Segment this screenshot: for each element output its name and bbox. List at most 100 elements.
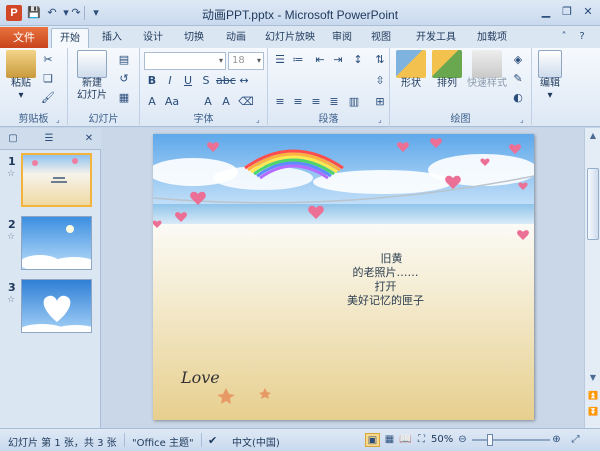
numbering-icon[interactable]: ≔: [290, 52, 306, 68]
thumb-number-1: 1: [8, 155, 16, 168]
theme-status[interactable]: "Office 主题": [132, 434, 194, 449]
increase-indent-icon[interactable]: ⇥: [330, 52, 346, 68]
slide-thumbnail-1[interactable]: [21, 153, 92, 207]
slide-count-status: 幻灯片 第 1 张，共 3 张: [8, 438, 117, 449]
tab-animations[interactable]: 动画: [220, 28, 252, 48]
paste-button[interactable]: 粘贴 ▾: [4, 50, 38, 102]
layout-icon[interactable]: ▤: [116, 52, 132, 68]
minimize-button[interactable]: ▁: [537, 4, 555, 20]
paragraph-launcher-icon[interactable]: ⌟: [378, 115, 387, 124]
normal-view-icon[interactable]: ▣: [365, 433, 380, 447]
slideshow-view-icon[interactable]: ⛶: [414, 433, 429, 447]
paste-icon: [6, 50, 36, 78]
slides-tab-icon[interactable]: ▢: [6, 132, 20, 146]
new-slide-button[interactable]: 新建 幻灯片: [72, 50, 112, 102]
language-status[interactable]: 中文(中国): [232, 434, 280, 449]
bold-icon[interactable]: B: [144, 73, 160, 89]
group-paragraph: ☰ ≔ ⇤ ⇥ ↕ ⇅ ⇳ ⊞ ≡ ≡ ≡ ≣ ▥ 段落 ⌟: [268, 48, 390, 127]
cut-icon[interactable]: ✂: [40, 52, 56, 68]
clipboard-launcher-icon[interactable]: ⌟: [56, 115, 65, 124]
reading-view-icon[interactable]: 📖: [398, 433, 413, 447]
justify-icon[interactable]: ≣: [326, 94, 342, 110]
vertical-scrollbar[interactable]: ▲ ▼ ⏫ ⏬: [584, 128, 600, 428]
quick-styles-icon: [472, 50, 502, 78]
italic-icon[interactable]: I: [162, 73, 178, 89]
font-color-icon[interactable]: A: [144, 94, 160, 110]
shrink-font-icon[interactable]: A: [218, 94, 234, 110]
character-spacing-icon[interactable]: ↔: [236, 73, 252, 89]
tab-file[interactable]: 文件: [0, 27, 48, 48]
tab-design[interactable]: 设计: [137, 28, 169, 48]
tab-developer[interactable]: 开发工具: [410, 28, 462, 48]
font-size-value: 18: [232, 55, 245, 66]
shape-fill-icon[interactable]: ◈: [510, 52, 526, 68]
slide-thumbnail-2[interactable]: [21, 216, 92, 270]
slide-sorter-icon[interactable]: ▦: [382, 433, 397, 447]
drawing-launcher-icon[interactable]: ⌟: [520, 115, 529, 124]
scroll-down-icon[interactable]: ▼: [587, 372, 599, 384]
strikethrough-icon[interactable]: abc: [216, 73, 236, 89]
tab-slideshow[interactable]: 幻灯片放映: [262, 28, 318, 48]
shapes-button[interactable]: 形状: [394, 50, 428, 90]
restore-button[interactable]: ❐: [558, 4, 576, 20]
underline-icon[interactable]: U: [180, 73, 196, 89]
next-slide-icon[interactable]: ⏬: [587, 406, 599, 418]
slide-thumbnail-3[interactable]: [21, 279, 92, 333]
zoom-slider-thumb[interactable]: [487, 434, 493, 446]
slide-text-box[interactable]: 旧黄 的老照片…… 打开 美好记忆的匣子: [153, 252, 534, 308]
font-launcher-icon[interactable]: ⌟: [256, 115, 265, 124]
fit-to-window-icon[interactable]: ⤢: [568, 433, 583, 447]
smartart-icon[interactable]: ⊞: [372, 94, 388, 110]
slide-text-line3: 打开: [374, 280, 397, 293]
decrease-indent-icon[interactable]: ⇤: [312, 52, 328, 68]
tab-view[interactable]: 视图: [366, 28, 396, 48]
shape-effects-icon[interactable]: ◐: [510, 90, 526, 106]
spell-check-icon[interactable]: ✔: [208, 434, 217, 447]
editing-button[interactable]: 编辑 ▾: [535, 50, 565, 102]
reset-slide-icon[interactable]: ↺: [116, 71, 132, 87]
line-spacing-icon[interactable]: ↕: [350, 52, 366, 68]
change-case-icon[interactable]: Aa: [164, 94, 180, 110]
close-button[interactable]: ✕: [579, 4, 597, 20]
paste-dropdown-icon[interactable]: ▾: [4, 90, 38, 102]
tab-home[interactable]: 开始: [51, 28, 89, 48]
font-name-combo[interactable]: ▾: [144, 52, 226, 70]
text-direction-icon[interactable]: ⇅: [372, 52, 388, 68]
columns-icon[interactable]: ▥: [346, 94, 362, 110]
previous-slide-icon[interactable]: ⏫: [587, 390, 599, 402]
scroll-thumb[interactable]: [587, 168, 599, 240]
grow-font-icon[interactable]: A: [200, 94, 216, 110]
align-right-icon[interactable]: ≡: [308, 94, 324, 110]
scroll-up-icon[interactable]: ▲: [587, 130, 599, 142]
shadow-icon[interactable]: S: [198, 73, 214, 89]
help-icon[interactable]: ?: [575, 30, 589, 44]
copy-icon[interactable]: ❏: [40, 71, 56, 87]
font-size-combo[interactable]: 18 ▾: [228, 52, 264, 70]
thumb-star-3: ☆: [7, 295, 16, 305]
section-icon[interactable]: ▦: [116, 90, 132, 106]
align-left-icon[interactable]: ≡: [272, 94, 288, 110]
outline-tab-icon[interactable]: ☰: [42, 132, 56, 146]
current-slide[interactable]: 旧黄 的老照片…… 打开 美好记忆的匣子 Love: [153, 134, 534, 420]
zoom-slider-track[interactable]: [472, 439, 550, 441]
zoom-out-icon[interactable]: ⊖: [455, 433, 470, 447]
tab-addins[interactable]: 加载项: [471, 28, 513, 48]
align-center-icon[interactable]: ≡: [290, 94, 306, 110]
shape-outline-icon[interactable]: ✎: [510, 71, 526, 87]
minimize-ribbon-icon[interactable]: ˄: [557, 30, 571, 44]
zoom-in-icon[interactable]: ⊕: [549, 433, 564, 447]
quick-styles-button[interactable]: 快速样式: [466, 50, 508, 90]
tab-review[interactable]: 审阅: [327, 28, 357, 48]
editing-dropdown-icon: ▾: [547, 90, 553, 101]
group-label-font: 字体: [193, 114, 214, 125]
close-pane-icon[interactable]: ✕: [82, 132, 96, 146]
format-painter-icon[interactable]: 🖌: [40, 90, 56, 106]
tab-insert[interactable]: 插入: [96, 28, 128, 48]
bullets-icon[interactable]: ☰: [272, 52, 288, 68]
tab-transitions[interactable]: 切换: [178, 28, 210, 48]
new-slide-icon: [77, 50, 107, 78]
align-text-icon[interactable]: ⇳: [372, 73, 388, 89]
arrange-button[interactable]: 排列: [430, 50, 464, 90]
zoom-level[interactable]: 50%: [431, 434, 453, 445]
clear-formatting-icon[interactable]: ⌫: [238, 94, 254, 110]
